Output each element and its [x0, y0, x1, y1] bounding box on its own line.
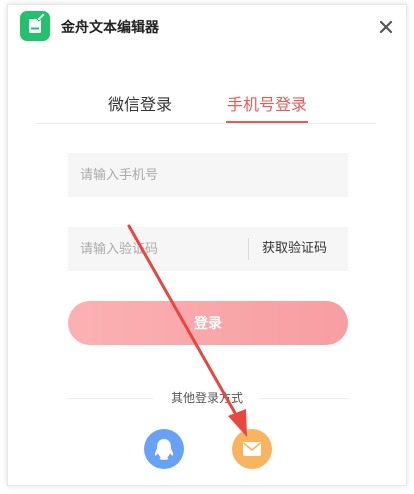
phone-input[interactable]: [68, 153, 348, 197]
phone-field: [68, 153, 348, 197]
close-icon[interactable]: [378, 19, 394, 35]
email-login-button[interactable]: [232, 429, 272, 469]
app-title: 金舟文本编辑器: [61, 20, 159, 36]
divider: [68, 398, 153, 399]
tab-phone-login[interactable]: 手机号登录: [226, 91, 308, 123]
divider: [260, 398, 348, 399]
mail-icon: [242, 442, 262, 456]
login-button[interactable]: 登录: [68, 301, 348, 345]
code-field: 获取验证码: [68, 227, 348, 271]
other-login-label: 其他登录方式: [170, 391, 243, 405]
login-tabs: 微信登录 手机号登录: [36, 91, 376, 124]
verification-code-input[interactable]: [68, 227, 246, 271]
qq-icon: [154, 439, 174, 460]
tab-wechat-login[interactable]: 微信登录: [106, 91, 174, 122]
get-code-button[interactable]: 获取验证码: [262, 227, 327, 271]
note-edit-icon: [20, 11, 50, 41]
login-window: 金舟文本编辑器 微信登录 手机号登录 获取验证码 登录 其他登录方式: [7, 4, 407, 486]
qq-login-button[interactable]: [144, 429, 184, 469]
divider: [248, 238, 249, 260]
